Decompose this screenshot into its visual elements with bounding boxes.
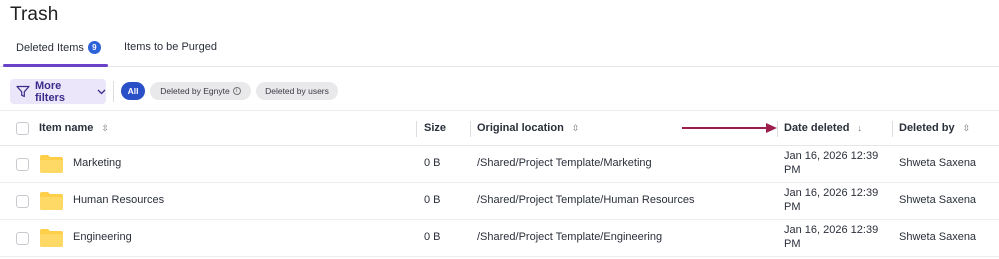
column-header-date-deleted[interactable]: Date deleted ↓ xyxy=(784,122,862,134)
column-header-date-deleted-label: Date deleted xyxy=(784,122,850,134)
filter-icon xyxy=(16,85,30,98)
column-header-item-name[interactable]: Item name ⇳ xyxy=(39,122,109,134)
date-line: Jan 16, 2026 12:39 xyxy=(784,150,879,162)
tab-bar: Deleted Items 9 Items to be Purged xyxy=(0,36,999,67)
item-original-location: /Shared/Project Template/Marketing xyxy=(477,157,652,169)
row-checkbox[interactable] xyxy=(16,158,29,171)
page-title: Trash xyxy=(10,4,59,25)
tab-deleted-items-label: Deleted Items xyxy=(16,41,84,54)
annotation-arrow-icon xyxy=(682,123,777,133)
sort-icon[interactable]: ⇳ xyxy=(572,123,580,134)
item-original-location: /Shared/Project Template/Engineering xyxy=(477,231,663,243)
item-deleted-by: Shweta Saxena xyxy=(899,194,977,206)
row-checkbox[interactable] xyxy=(16,232,29,245)
column-header-size-label: Size xyxy=(424,122,447,134)
tab-items-to-be-purged-label: Items to be Purged xyxy=(124,41,217,53)
more-filters-button[interactable]: More filters xyxy=(10,79,106,104)
column-divider[interactable] xyxy=(416,121,417,137)
sort-icon[interactable]: ⇳ xyxy=(963,123,971,134)
item-size: 0 B xyxy=(424,194,441,206)
table-header: Item name ⇳ Size Original location ⇳ Dat… xyxy=(0,110,999,146)
item-name[interactable]: Engineering xyxy=(73,231,132,243)
info-icon[interactable]: i xyxy=(232,87,241,95)
filter-chip-deleted-by-users[interactable]: Deleted by users xyxy=(256,82,338,100)
tab-items-to-be-purged[interactable]: Items to be Purged xyxy=(124,41,217,53)
table-row[interactable]: Marketing 0 B /Shared/Project Template/M… xyxy=(0,146,999,183)
sort-icon[interactable]: ⇳ xyxy=(101,123,109,134)
row-checkbox[interactable] xyxy=(16,195,29,208)
item-size: 0 B xyxy=(424,231,441,243)
folder-icon xyxy=(40,192,63,210)
tab-count-badge: 9 xyxy=(87,41,101,54)
date-line: Jan 16, 2026 12:39 xyxy=(784,187,879,199)
column-divider[interactable] xyxy=(892,121,893,137)
column-header-original-location-label: Original location xyxy=(477,122,564,134)
column-header-deleted-by-label: Deleted by xyxy=(899,122,955,134)
select-all-checkbox[interactable] xyxy=(16,122,29,135)
active-tab-indicator xyxy=(3,64,108,67)
column-divider[interactable] xyxy=(470,121,471,137)
time-period: PM xyxy=(784,201,801,213)
time-period: PM xyxy=(784,164,801,176)
column-header-original-location[interactable]: Original location ⇳ xyxy=(477,122,579,134)
item-date-deleted: Jan 16, 2026 12:39 PM xyxy=(784,224,878,250)
filter-chip-deleted-by-egnyte[interactable]: Deleted by Egnyte i xyxy=(150,82,251,100)
sort-descending-icon[interactable]: ↓ xyxy=(857,123,862,133)
table-row[interactable]: Human Resources 0 B /Shared/Project Temp… xyxy=(0,183,999,220)
item-date-deleted: Jan 16, 2026 12:39 PM xyxy=(784,187,878,213)
tab-deleted-items[interactable]: Deleted Items 9 xyxy=(16,41,101,54)
chevron-down-icon xyxy=(97,89,106,94)
more-filters-label: More filters xyxy=(35,79,65,104)
item-deleted-by: Shweta Saxena xyxy=(899,231,977,243)
folder-icon xyxy=(40,229,63,247)
date-line: Jan 16, 2026 12:39 xyxy=(784,224,879,236)
item-deleted-by: Shweta Saxena xyxy=(899,157,977,169)
time-period: PM xyxy=(784,238,801,250)
column-header-size[interactable]: Size xyxy=(424,122,446,134)
item-name[interactable]: Marketing xyxy=(73,157,121,169)
table-row[interactable]: Engineering 0 B /Shared/Project Template… xyxy=(0,220,999,257)
column-header-deleted-by[interactable]: Deleted by ⇳ xyxy=(899,122,970,134)
item-original-location: /Shared/Project Template/Human Resources xyxy=(477,194,695,206)
item-size: 0 B xyxy=(424,157,441,169)
column-header-item-name-label: Item name xyxy=(39,122,94,134)
filter-divider xyxy=(113,81,114,102)
filter-chip-deleted-by-egnyte-label: Deleted by Egnyte xyxy=(160,86,230,96)
filter-chip-all[interactable]: All xyxy=(121,82,145,100)
filter-bar: More filters All Deleted by Egnyte i Del… xyxy=(0,79,999,105)
item-date-deleted: Jan 16, 2026 12:39 PM xyxy=(784,150,878,176)
folder-icon xyxy=(40,155,63,173)
item-name[interactable]: Human Resources xyxy=(73,194,164,206)
